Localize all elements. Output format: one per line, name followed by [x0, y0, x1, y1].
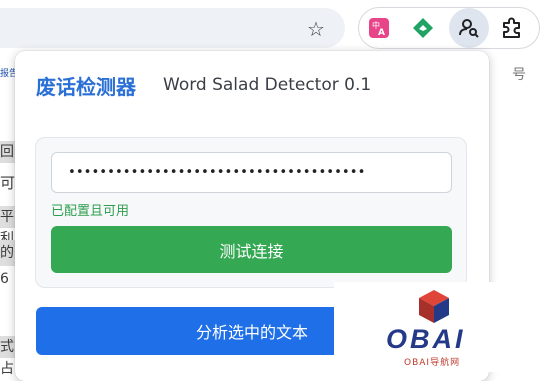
svg-text:A: A [378, 28, 385, 38]
watermark: OBAI OBAI导航网 [334, 282, 540, 372]
popup-title: 废话检测器 [36, 75, 136, 99]
puzzle-icon[interactable] [500, 16, 524, 40]
config-status-text: 已配置且可用 [51, 204, 130, 219]
leaf-icon[interactable] [412, 17, 434, 39]
cube-logo-icon [419, 290, 449, 323]
background-text-fragment: 平利 [0, 206, 15, 247]
background-text-fragment: 回 [0, 141, 15, 163]
watermark-text: OBAI [386, 324, 466, 354]
background-text-fragment: 号 [512, 67, 526, 83]
background-text-fragment: 的6 [0, 240, 15, 287]
bookmark-star-icon[interactable]: ☆ [304, 17, 328, 41]
person-search-icon[interactable] [449, 8, 489, 48]
browser-toolbar: ☆ 中 A [0, 0, 540, 56]
address-bar[interactable] [0, 8, 345, 48]
translate-extension-icon[interactable]: 中 A [368, 17, 390, 39]
watermark-subtext: OBAI导航网 [404, 358, 461, 368]
test-connection-button[interactable]: 测试连接 [51, 226, 452, 273]
popup-subtitle: Word Salad Detector 0.1 [163, 75, 372, 95]
api-key-input[interactable]: •••••••••••••••••••••••••••••••••••••• [51, 152, 452, 193]
background-text-fragment: 式占 [0, 336, 15, 377]
